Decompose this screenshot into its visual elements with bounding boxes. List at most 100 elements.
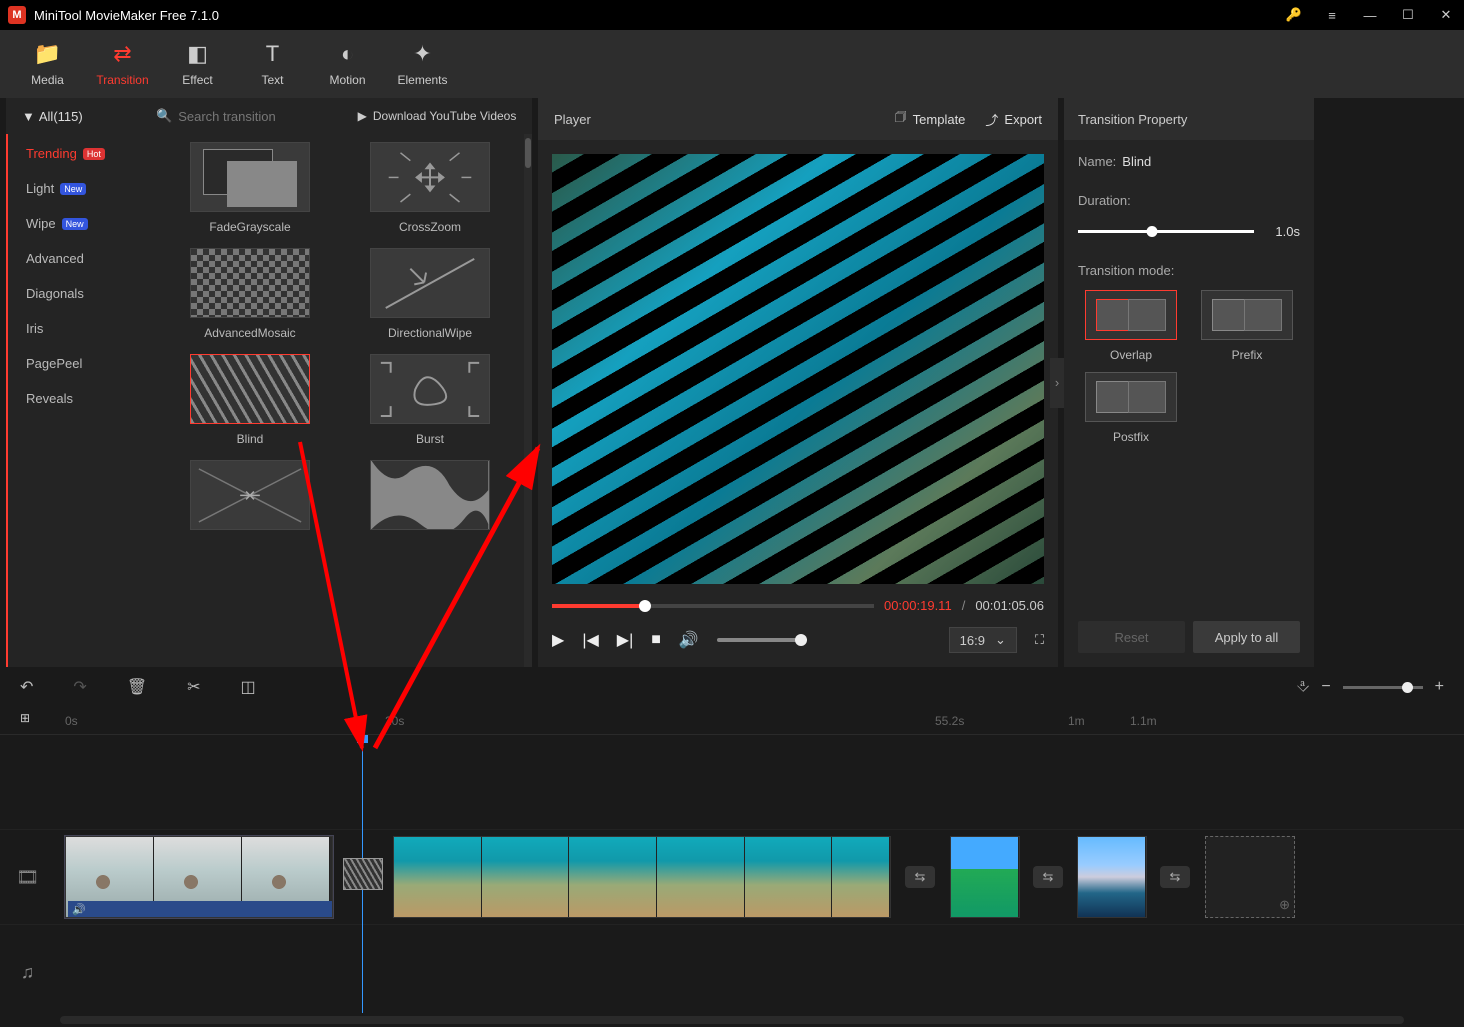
search-input[interactable]: 🔍 Search transition <box>156 108 342 124</box>
name-label: Name: <box>1078 154 1116 169</box>
category-iris[interactable]: Iris <box>26 321 156 336</box>
timeline-ruler[interactable]: ⊞ 0s20s55.2s1m1.1m <box>0 707 1464 735</box>
category-pagepeel[interactable]: PagePeel <box>26 356 156 371</box>
undo-button[interactable]: ↶ <box>20 677 33 697</box>
clip-audio-indicator: 🔊 <box>68 901 332 917</box>
split-button[interactable]: ✂ <box>187 677 200 697</box>
tab-motion[interactable]: ◐Motion <box>310 30 385 98</box>
transition-blind[interactable]: Blind <box>174 354 326 446</box>
category-light[interactable]: LightNew <box>26 181 156 196</box>
effect-icon: ◧ <box>187 41 208 67</box>
download-youtube-link[interactable]: ▶ Download YouTube Videos <box>342 109 532 123</box>
text-icon: T <box>266 41 279 67</box>
snap-icon[interactable]: ⎀ <box>1297 678 1310 696</box>
export-button[interactable]: ⤴ Export <box>985 110 1042 129</box>
drop-target[interactable]: ⊕ <box>1205 836 1295 918</box>
ruler-mark: 20s <box>385 714 404 728</box>
upgrade-key-icon[interactable]: 🔑 <box>1284 5 1304 25</box>
crop-button[interactable]: ◫ <box>241 677 256 697</box>
property-title: Transition Property <box>1078 112 1187 127</box>
volume-icon[interactable]: 🔊 <box>679 630 699 650</box>
hamburger-menu-icon[interactable]: ≡ <box>1322 5 1342 25</box>
zoom-out-button[interactable]: − <box>1321 678 1330 696</box>
transitions-panel: ▼All(115) 🔍 Search transition ▶ Download… <box>6 98 532 667</box>
zoom-slider[interactable] <box>1343 686 1423 689</box>
transition-advancedmosaic[interactable]: AdvancedMosaic <box>174 248 326 340</box>
clip-2[interactable] <box>393 836 891 918</box>
app-icon: M <box>8 6 26 24</box>
tab-media[interactable]: 📁Media <box>10 30 85 98</box>
search-icon: 🔍 <box>156 108 172 124</box>
player-title: Player <box>554 112 591 127</box>
timeline-scrollbar[interactable] <box>0 1013 1464 1027</box>
tab-text[interactable]: TText <box>235 30 310 98</box>
audio-track: ♫ <box>0 925 1464 1013</box>
transition-directionalwipe[interactable]: DirectionalWipe <box>354 248 506 340</box>
timeline-tracks: 🎞 🔊 ⇆ ⇆ ⇆ ⊕ <box>0 735 1464 1013</box>
media-icon: 📁 <box>34 41 61 67</box>
clip-1[interactable]: 🔊 <box>65 836 333 918</box>
maximize-icon[interactable]: ☐ <box>1398 5 1418 25</box>
mode-prefix[interactable]: Prefix <box>1194 290 1300 362</box>
clip-4[interactable] <box>1077 836 1147 918</box>
tab-effect[interactable]: ◧Effect <box>160 30 235 98</box>
tab-elements[interactable]: ✦Elements <box>385 30 460 98</box>
category-diagonals[interactable]: Diagonals <box>26 286 156 301</box>
duration-value: 1.0s <box>1260 224 1300 239</box>
category-trending[interactable]: TrendingHot <box>26 146 156 161</box>
transition-placeholder-1[interactable]: ⇆ <box>905 866 935 888</box>
mode-overlap[interactable]: Overlap <box>1078 290 1184 362</box>
ruler-mark: 0s <box>65 714 78 728</box>
transition-crosszoom[interactable]: CrossZoom <box>354 142 506 234</box>
tab-transition[interactable]: ⇄Transition <box>85 30 160 98</box>
volume-slider[interactable] <box>717 638 807 642</box>
motion-icon: ◐ <box>341 41 354 67</box>
close-icon[interactable]: ✕ <box>1436 5 1456 25</box>
transition-clip[interactable] <box>343 858 383 890</box>
transition-camo[interactable] <box>354 460 506 538</box>
preview-area <box>552 154 1044 584</box>
transition-burst[interactable]: Burst <box>354 354 506 446</box>
transition-placeholder-2[interactable]: ⇆ <box>1033 866 1063 888</box>
delete-button[interactable]: 🗑 <box>127 677 147 697</box>
category-reveals[interactable]: Reveals <box>26 391 156 406</box>
category-advanced[interactable]: Advanced <box>26 251 156 266</box>
minimize-icon[interactable]: — <box>1360 5 1380 25</box>
title-bar: M MiniTool MovieMaker Free 7.1.0 🔑 ≡ — ☐… <box>0 0 1464 30</box>
elements-icon: ✦ <box>413 41 431 67</box>
main-toolbar: 📁Media⇄Transition◧EffectTText◐Motion✦Ele… <box>0 30 1464 98</box>
stop-button[interactable]: ■ <box>651 631 661 649</box>
speaker-icon: 🔊 <box>72 903 86 916</box>
export-icon: ⤴ <box>985 110 998 129</box>
duration-label: Duration: <box>1078 193 1300 208</box>
apply-all-button[interactable]: Apply to all <box>1193 621 1300 653</box>
template-button[interactable]: 🗇 Template <box>895 108 966 130</box>
youtube-icon: ▶ <box>358 109 367 123</box>
prev-frame-button[interactable]: |◀ <box>582 630 598 650</box>
aspect-ratio-select[interactable]: 16:9 ⌄ <box>949 627 1017 653</box>
transition-fadegrayscale[interactable]: FadeGrayscale <box>174 142 326 234</box>
fullscreen-button[interactable]: ⛶ <box>1035 632 1044 648</box>
next-frame-button[interactable]: ▶| <box>617 630 633 650</box>
time-total: 00:01:05.06 <box>975 598 1044 613</box>
transitions-grid: FadeGrayscale CrossZoom AdvancedMosaic Dire… <box>156 134 524 667</box>
category-all-toggle[interactable]: ▼All(115) <box>6 109 156 124</box>
duration-slider[interactable] <box>1078 230 1254 233</box>
reset-button: Reset <box>1078 621 1185 653</box>
clip-3[interactable] <box>950 836 1020 918</box>
mode-postfix[interactable]: Postfix <box>1078 372 1184 444</box>
video-track-icon: 🎞 <box>0 867 55 888</box>
category-wipe[interactable]: WipeNew <box>26 216 156 231</box>
property-panel: › Transition Property Name: Blind Durati… <box>1064 98 1314 667</box>
ruler-mark: 55.2s <box>935 714 964 728</box>
seek-bar[interactable] <box>552 604 874 608</box>
transition-x[interactable] <box>174 460 326 538</box>
play-button[interactable]: ▶ <box>552 630 564 650</box>
scrollbar[interactable] <box>524 134 532 667</box>
transition-placeholder-3[interactable]: ⇆ <box>1160 866 1190 888</box>
add-track-button[interactable]: ⊞ <box>20 711 30 725</box>
template-icon: 🗇 <box>895 108 907 130</box>
zoom-in-button[interactable]: + <box>1435 678 1444 696</box>
redo-button[interactable]: ↷ <box>73 677 86 697</box>
panel-collapse-button[interactable]: › <box>1050 358 1064 408</box>
